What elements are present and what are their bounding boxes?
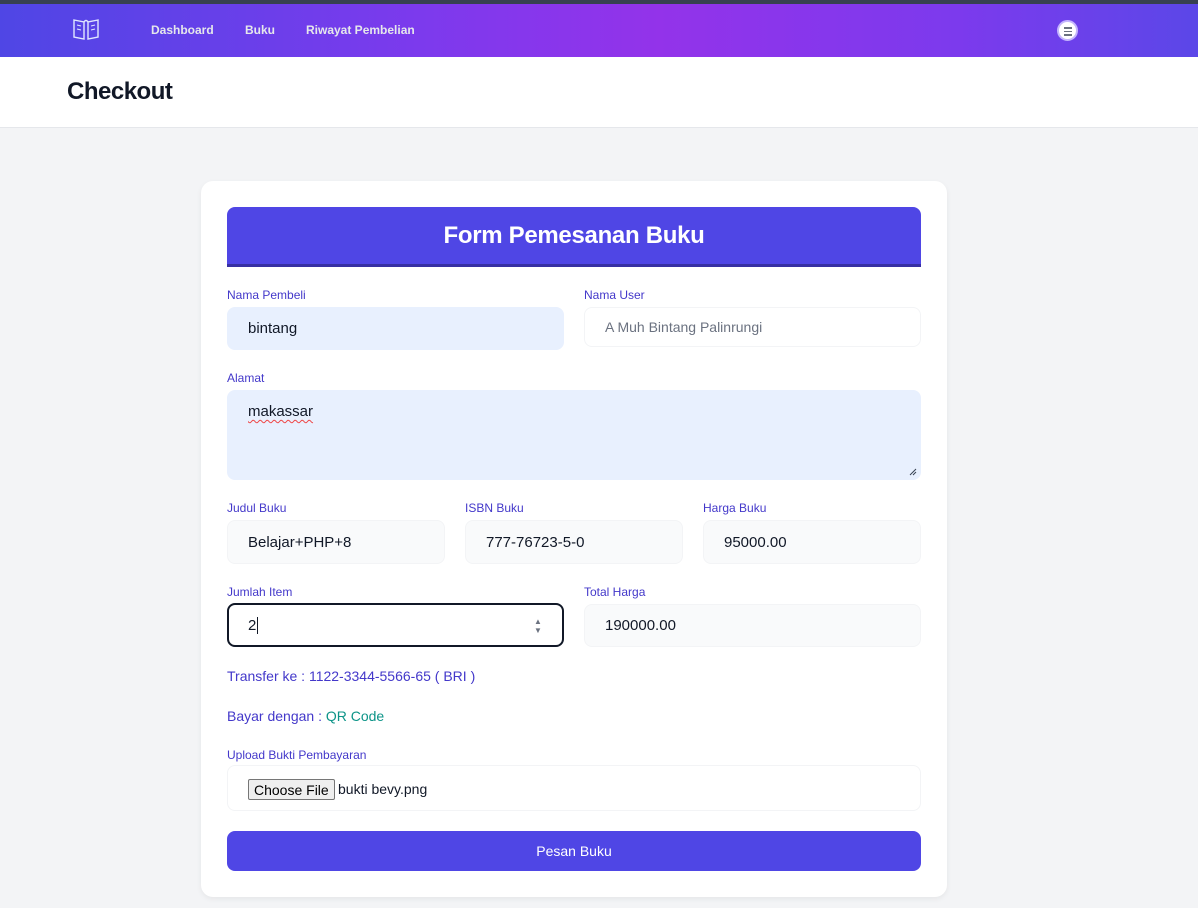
number-stepper[interactable]: ▲ ▼ — [534, 617, 542, 635]
judul-buku-value: Belajar+PHP+8 — [248, 533, 352, 551]
judul-buku-label: Judul Buku — [227, 501, 287, 515]
judul-buku-input[interactable]: Belajar+PHP+8 — [227, 520, 445, 564]
stepper-down-icon[interactable]: ▼ — [534, 626, 542, 635]
page-header: Checkout — [0, 57, 1198, 128]
stepper-up-icon[interactable]: ▲ — [534, 617, 542, 626]
upload-file-input: Choose File bukti bevy.png — [227, 765, 921, 811]
total-harga-value: 190000.00 — [605, 617, 676, 634]
user-menu-icon[interactable] — [1057, 20, 1078, 41]
alamat-label: Alamat — [227, 371, 265, 385]
form-header: Form Pemesanan Buku — [227, 207, 921, 267]
text-cursor — [257, 616, 259, 634]
total-harga-input[interactable]: 190000.00 — [584, 604, 921, 647]
choose-file-button[interactable]: Choose File — [248, 779, 335, 800]
selected-file-name: bukti bevy.png — [338, 781, 428, 797]
jumlah-item-label: Jumlah Item — [227, 585, 293, 599]
alamat-textarea[interactable]: makassar — [227, 390, 921, 480]
jumlah-item-value: 2 — [248, 616, 257, 634]
open-book-icon[interactable] — [72, 16, 100, 42]
pesan-buku-button[interactable]: Pesan Buku — [227, 831, 921, 871]
harga-buku-value: 95000.00 — [724, 533, 787, 551]
form-title: Form Pemesanan Buku — [443, 221, 705, 249]
alamat-value: makassar — [248, 403, 314, 420]
isbn-buku-value: 777-76723-5-0 — [486, 533, 585, 551]
resize-handle-icon[interactable] — [909, 468, 917, 476]
navbar: Dashboard Buku Riwayat Pembelian — [0, 4, 1198, 57]
nama-pembeli-value: bintang — [248, 320, 298, 337]
nav-link-riwayat-pembelian[interactable]: Riwayat Pembelian — [306, 23, 415, 37]
harga-buku-input[interactable]: 95000.00 — [703, 520, 921, 564]
transfer-info: Transfer ke : 1122-3344-5566-65 ( BRI ) — [227, 668, 476, 684]
nav-link-dashboard[interactable]: Dashboard — [151, 23, 214, 37]
jumlah-item-input[interactable]: 2 ▲ ▼ — [227, 603, 564, 647]
payment-method-prefix: Bayar dengan : — [227, 708, 326, 724]
nama-user-placeholder: A Muh Bintang Palinrungi — [605, 319, 763, 335]
nav-link-buku[interactable]: Buku — [245, 23, 275, 37]
qr-code-link[interactable]: QR Code — [326, 708, 384, 724]
nama-user-label: Nama User — [584, 288, 645, 302]
isbn-buku-input[interactable]: 777-76723-5-0 — [465, 520, 683, 564]
total-harga-label: Total Harga — [584, 585, 646, 599]
nama-pembeli-input[interactable]: bintang — [227, 307, 564, 350]
isbn-buku-label: ISBN Buku — [465, 501, 524, 515]
nama-user-input[interactable]: A Muh Bintang Palinrungi — [584, 307, 921, 347]
checkout-form-card: Form Pemesanan Buku Nama Pembeli bintang… — [201, 181, 947, 897]
page-title: Checkout — [67, 78, 173, 105]
payment-method-info: Bayar dengan : QR Code — [227, 708, 384, 724]
upload-label: Upload Bukti Pembayaran — [227, 748, 367, 762]
harga-buku-label: Harga Buku — [703, 501, 767, 515]
nama-pembeli-label: Nama Pembeli — [227, 288, 306, 302]
